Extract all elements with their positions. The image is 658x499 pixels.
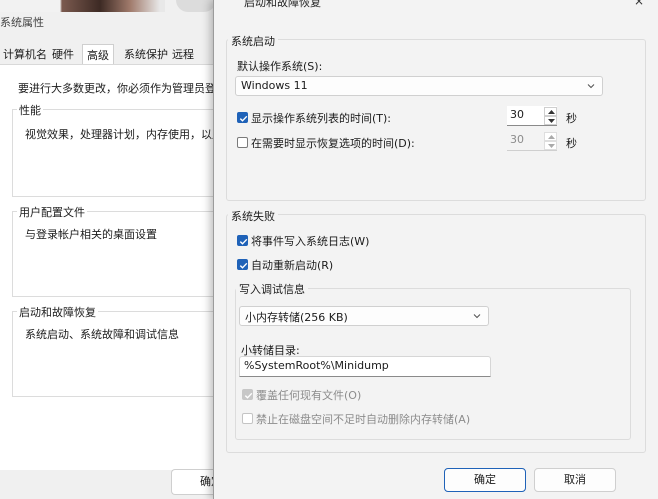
seconds-unit: 秒 (566, 112, 577, 125)
ok-button[interactable]: 确定 (444, 468, 526, 492)
checkmark-icon (239, 262, 248, 269)
arrow-down-icon (548, 144, 555, 148)
ok-button[interactable]: 确定 (171, 469, 217, 495)
seconds-unit: 秒 (566, 137, 577, 150)
group-title: 用户配置文件 (17, 204, 87, 220)
tab-remote[interactable]: 远程 (172, 46, 194, 62)
dump-type-dropdown[interactable]: 小内存转储(256 KB) (239, 306, 489, 326)
group-description: 与登录帐户相关的桌面设置 (25, 228, 157, 241)
checkmark-icon (239, 238, 248, 245)
tab-advanced[interactable]: 高级 (82, 44, 114, 65)
group-description: 系统启动、系统故障和调试信息 (25, 328, 179, 341)
write-event-checkbox[interactable] (237, 235, 248, 246)
show-os-list-checkbox[interactable] (237, 112, 248, 123)
overwrite-label: 覆盖任何现有文件(O) (256, 389, 362, 402)
arrow-down-icon (548, 119, 555, 123)
write-event-label: 将事件写入系统日志(W) (251, 235, 370, 248)
cancel-button[interactable]: 取消 (534, 468, 616, 492)
show-os-list-seconds[interactable]: 30 (507, 106, 557, 126)
dump-dir-input[interactable]: %SystemRoot%\Minidump (239, 356, 491, 377)
group-title: 启动和故障恢复 (17, 304, 98, 320)
auto-restart-checkbox[interactable] (237, 259, 248, 270)
wallpaper-strip (0, 0, 220, 12)
default-os-value: Windows 11 (241, 79, 308, 92)
default-os-dropdown[interactable]: Windows 11 (235, 76, 603, 96)
window-title: 系统属性 (0, 16, 44, 29)
spin-up-button[interactable] (544, 107, 557, 116)
seconds-value: 30 (510, 108, 524, 121)
seconds-value: 30 (510, 133, 524, 146)
show-os-list-label: 显示操作系统列表的时间(T): (251, 112, 392, 125)
system-failure-title: 系统失败 (228, 208, 278, 224)
chevron-down-icon (473, 314, 481, 319)
group-description: 视觉效果，处理器计划，内存使用，以及 (25, 128, 223, 141)
tab-hardware[interactable]: 硬件 (52, 46, 74, 62)
show-recovery-checkbox[interactable] (237, 137, 248, 148)
overwrite-checkbox[interactable] (242, 389, 253, 400)
auto-restart-label: 自动重新启动(R) (251, 259, 334, 272)
disable-auto-delete-label: 禁止在磁盘空间不足时自动删除内存转储(A) (256, 413, 471, 426)
performance-group: 性能 视觉效果，处理器计划，内存使用，以及 (12, 102, 223, 197)
checkmark-icon (244, 392, 253, 399)
show-recovery-seconds[interactable]: 30 (507, 131, 557, 151)
startup-recovery-dialog: 启动和故障恢复 × 系统启动 默认操作系统(S): Windows 11 显示操… (213, 0, 658, 499)
user-profiles-group: 用户配置文件 与登录帐户相关的桌面设置 (12, 204, 217, 297)
spin-down-button[interactable] (544, 141, 557, 150)
spin-up-button[interactable] (544, 132, 557, 141)
default-os-label: 默认操作系统(S): (237, 60, 323, 73)
dialog-title: 启动和故障恢复 (244, 0, 321, 9)
checkmark-icon (239, 115, 248, 122)
dump-dir-value: %SystemRoot%\Minidump (244, 359, 389, 372)
startup-recovery-group: 启动和故障恢复 系统启动、系统故障和调试信息 (12, 304, 217, 397)
system-properties-window: 系统属性 计算机名 硬件 高级 系统保护 远程 要进行大多数更改，你必须作为管理… (0, 0, 227, 499)
arrow-up-icon (548, 110, 555, 114)
spin-down-button[interactable] (544, 116, 557, 125)
arrow-up-icon (548, 135, 555, 139)
disable-auto-delete-checkbox[interactable] (242, 413, 253, 424)
show-recovery-label: 在需要时显示恢复选项的时间(D): (251, 137, 415, 150)
admin-note: 要进行大多数更改，你必须作为管理员登录 (18, 82, 227, 95)
tab-strip: 计算机名 硬件 高级 系统保护 远程 (0, 44, 220, 65)
tab-system-protection[interactable]: 系统保护 (124, 46, 168, 62)
debug-info-title: 写入调试信息 (236, 281, 308, 297)
tab-computer-name[interactable]: 计算机名 (3, 46, 47, 62)
close-icon[interactable]: × (634, 0, 644, 8)
group-title: 性能 (17, 102, 43, 118)
dump-type-value: 小内存转储(256 KB) (245, 311, 348, 324)
system-startup-title: 系统启动 (228, 33, 278, 49)
chevron-down-icon (587, 84, 595, 89)
